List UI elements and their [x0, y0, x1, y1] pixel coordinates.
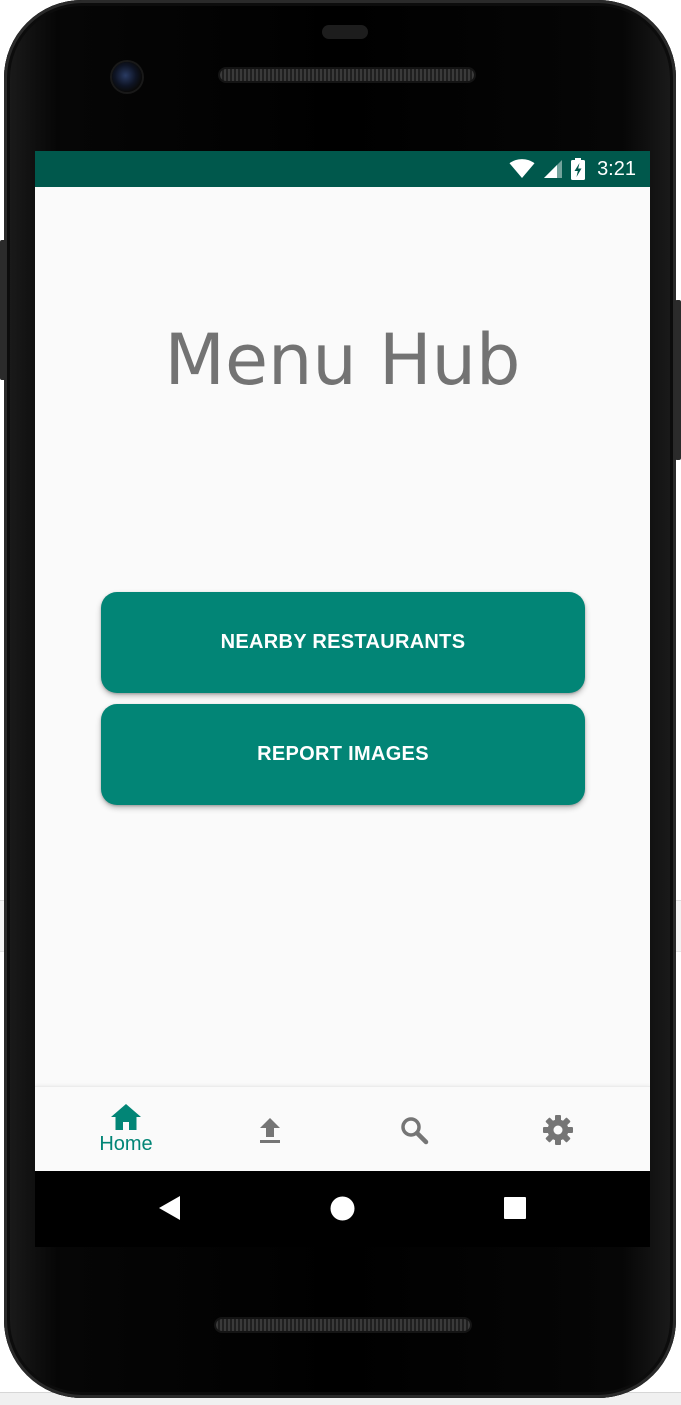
front-camera — [112, 62, 142, 92]
status-bar: 3:21 — [35, 151, 650, 187]
status-time: 3:21 — [597, 157, 636, 180]
home-circle-icon[interactable] — [330, 1196, 355, 1221]
nav-item-upload[interactable] — [220, 1087, 320, 1171]
top-speaker-grille — [220, 69, 474, 81]
recents-square-icon[interactable] — [504, 1197, 526, 1219]
device-screen: 3:21 Menu Hub NEARBY RESTAURANTS REPORT … — [35, 151, 650, 1171]
report-images-button[interactable]: REPORT IMAGES — [101, 704, 585, 805]
back-icon[interactable] — [158, 1195, 182, 1221]
upload-icon — [260, 1118, 280, 1143]
cellular-signal-icon — [544, 160, 563, 178]
nav-item-home-label: Home — [99, 1133, 153, 1155]
nav-item-home[interactable]: Home — [76, 1087, 176, 1171]
top-sensor — [322, 25, 368, 39]
bottom-speaker-grille — [216, 1319, 470, 1331]
status-icons: 3:21 — [509, 151, 636, 187]
nav-item-settings[interactable] — [508, 1087, 608, 1171]
wifi-icon — [509, 159, 535, 178]
bottom-navigation: Home — [35, 1086, 650, 1171]
side-button-left — [0, 240, 6, 380]
side-button-right — [675, 300, 681, 460]
nearby-restaurants-button[interactable]: NEARBY RESTAURANTS — [101, 592, 585, 693]
stage: 3:21 Menu Hub NEARBY RESTAURANTS REPORT … — [0, 0, 681, 1405]
system-navigation-bar — [35, 1171, 650, 1247]
search-icon — [401, 1117, 429, 1145]
nav-item-search[interactable] — [364, 1087, 464, 1171]
settings-gear-icon — [543, 1115, 573, 1145]
battery-charging-icon — [571, 158, 586, 180]
home-icon — [111, 1104, 141, 1130]
app-title: Menu Hub — [164, 319, 521, 401]
